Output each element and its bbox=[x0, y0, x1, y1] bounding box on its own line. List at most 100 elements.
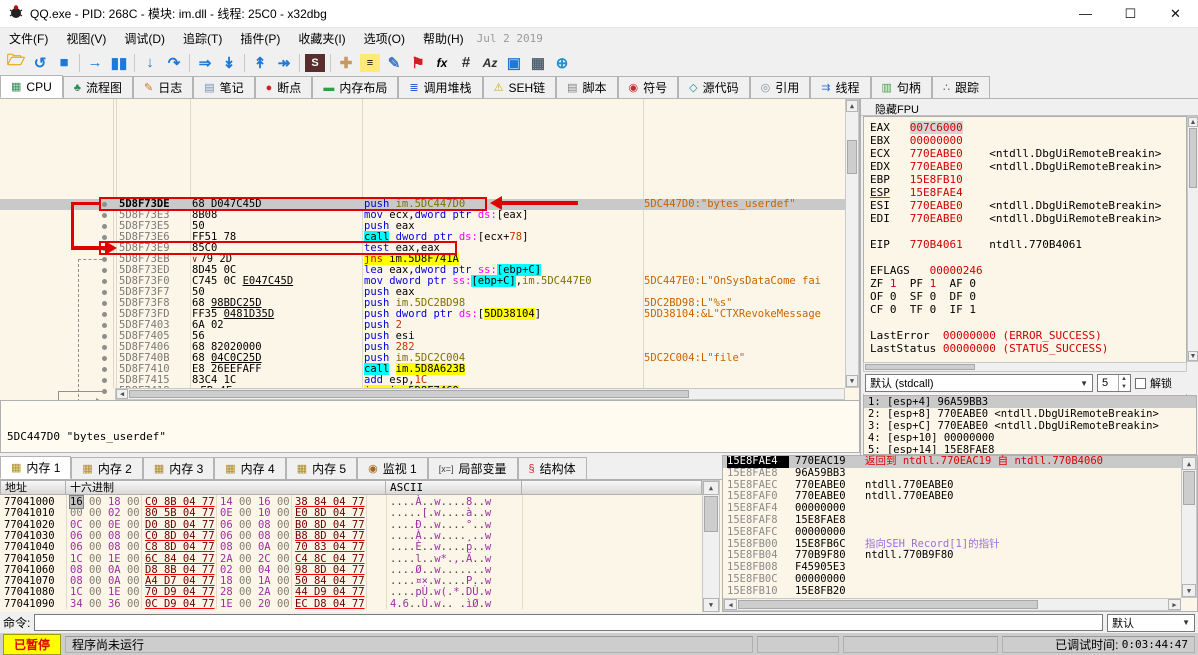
stack-row[interactable]: 15E8FB10 15E8FB20 bbox=[723, 585, 1181, 598]
function-icon[interactable]: fx bbox=[430, 52, 454, 74]
minimize-button[interactable]: — bbox=[1063, 0, 1108, 28]
tab-notes[interactable]: ▤ 笔记 bbox=[193, 76, 255, 98]
menu-插[interactable]: 插件(P) bbox=[231, 28, 289, 49]
registers-vscrollbar[interactable]: ▲ ▼ bbox=[1187, 116, 1198, 362]
breakpoint-dot[interactable] bbox=[102, 389, 107, 394]
stop-icon[interactable]: ■ bbox=[52, 52, 76, 74]
disasm-hscrollbar[interactable]: ◀ bbox=[115, 388, 845, 400]
breakpoint-dot[interactable] bbox=[102, 345, 107, 350]
register-line[interactable]: OF 0 SF 0 DF 0 bbox=[870, 290, 976, 303]
maximize-button[interactable]: ☐ bbox=[1108, 0, 1153, 28]
patch-icon[interactable]: ✚ bbox=[334, 52, 358, 74]
breakpoint-dot[interactable] bbox=[102, 235, 107, 240]
registers-hscrollbar[interactable] bbox=[863, 362, 1187, 372]
system-icon[interactable]: ▣ bbox=[502, 52, 526, 74]
hash-icon[interactable]: # bbox=[454, 52, 478, 74]
stack-row[interactable]: 15E8FB08 F45905E3 bbox=[723, 561, 1181, 574]
stack-hscrollbar[interactable]: ◀ ▶ bbox=[723, 598, 1181, 611]
register-line[interactable]: EBP 15E8FB10 bbox=[870, 173, 963, 186]
step-over-icon[interactable]: ↷ bbox=[162, 52, 186, 74]
breakpoint-dot[interactable] bbox=[102, 323, 107, 328]
tab-references[interactable]: ◎ 引用 bbox=[749, 76, 811, 98]
register-line[interactable]: ESP 15E8FAE4 bbox=[870, 186, 963, 199]
stack-row[interactable]: 15E8FAF8 15E8FAE8 bbox=[723, 514, 1181, 527]
bookmark-icon[interactable]: ⚑ bbox=[406, 52, 430, 74]
menu-文[interactable]: 文件(F) bbox=[0, 28, 57, 49]
breakpoint-dot[interactable] bbox=[102, 301, 107, 306]
breakpoint-dot[interactable] bbox=[102, 367, 107, 372]
register-line[interactable]: LastError 00000000 (ERROR_SUCCESS) bbox=[870, 329, 1102, 342]
tab-log[interactable]: ✎ 日志 bbox=[132, 76, 194, 98]
step-down-icon[interactable]: ↡ bbox=[217, 52, 241, 74]
tab-threads[interactable]: ⇉ 线程 bbox=[810, 76, 871, 98]
menu-收[interactable]: 收藏夹(I) bbox=[289, 28, 354, 49]
breakpoint-dot[interactable] bbox=[102, 268, 107, 273]
tab-watch-1[interactable]: ◉ 监视 1 bbox=[357, 457, 428, 479]
tab-seh[interactable]: ⚠ SEH链 bbox=[482, 76, 557, 98]
open-folder-icon[interactable]: 🗁 bbox=[4, 52, 28, 74]
close-button[interactable]: ✕ bbox=[1153, 0, 1198, 28]
skip-icon[interactable]: S bbox=[305, 53, 325, 72]
register-line[interactable]: EBX 00000000 bbox=[870, 134, 963, 147]
register-line[interactable]: ECX 770EABE0 <ntdll.DbgUiRemoteBreakin> bbox=[870, 147, 1161, 160]
register-line[interactable]: EDX 770EABE0 <ntdll.DbgUiRemoteBreakin> bbox=[870, 160, 1161, 173]
case-icon[interactable]: Az bbox=[478, 52, 502, 74]
breakpoint-dot[interactable] bbox=[102, 224, 107, 229]
stack-row[interactable]: 15E8FAFC 00000000 bbox=[723, 526, 1181, 539]
arg-row[interactable]: 2: [esp+8] 770EABE0 <ntdll.DbgUiRemoteBr… bbox=[864, 408, 1196, 420]
breakpoint-dot[interactable] bbox=[102, 279, 107, 284]
command-script-select[interactable]: 默认 ▼ bbox=[1107, 613, 1195, 632]
calculator-icon[interactable]: ▦ bbox=[526, 52, 550, 74]
arg-row[interactable]: 4: [esp+10] 00000000 bbox=[864, 432, 1196, 444]
stack-row[interactable]: 15E8FAF4 00000000 bbox=[723, 502, 1181, 515]
register-line[interactable]: LastStatus 00000000 (STATUS_SUCCESS) bbox=[870, 342, 1108, 355]
command-input[interactable] bbox=[34, 614, 1103, 631]
menu-调[interactable]: 调试(D) bbox=[115, 28, 174, 49]
tab-struct[interactable]: § 结构体 bbox=[517, 457, 587, 479]
tab-dump-1[interactable]: ▦ 内存 1 bbox=[0, 456, 72, 479]
breakpoint-dot[interactable] bbox=[102, 356, 107, 361]
step-into-icon[interactable]: ↓ bbox=[138, 52, 162, 74]
tab-graph[interactable]: ♣ 流程图 bbox=[62, 76, 133, 98]
execute-till-return-icon[interactable]: ⇒ bbox=[193, 52, 217, 74]
tab-locals[interactable]: [x=] 局部变量 bbox=[427, 457, 518, 479]
stack-vscrollbar[interactable]: ▲ ▼ bbox=[1181, 456, 1197, 598]
breakpoint-dot[interactable] bbox=[102, 290, 107, 295]
arg-row[interactable]: 1: [esp+4] 96A59BB3 bbox=[864, 396, 1196, 408]
tab-dump-5[interactable]: ▦ 内存 5 bbox=[285, 457, 358, 479]
comment-icon[interactable]: ≡ bbox=[360, 53, 380, 72]
dump-vscrollbar[interactable]: ▲ ▼ bbox=[702, 480, 720, 613]
tab-source[interactable]: ◇ 源代码 bbox=[678, 76, 750, 98]
arg-count-stepper[interactable]: 5 ▲ ▼ bbox=[1097, 374, 1131, 392]
register-line[interactable]: ESI 770EABE0 <ntdll.DbgUiRemoteBreakin> bbox=[870, 199, 1161, 212]
register-line[interactable]: EFLAGS 00000246 bbox=[870, 264, 983, 277]
annotate-icon[interactable]: ✎ bbox=[382, 52, 406, 74]
tab-memory-map[interactable]: ▬ 内存布局 bbox=[312, 76, 399, 98]
calling-convention-select[interactable]: 默认 (stdcall) ▼ bbox=[865, 374, 1093, 392]
tab-dump-3[interactable]: ▦ 内存 3 bbox=[142, 457, 215, 479]
run-to-user-code-icon[interactable]: ↠ bbox=[272, 52, 296, 74]
hide-fpu-button[interactable]: 隐藏FPU bbox=[861, 99, 1198, 116]
register-line[interactable]: EIP 770B4061 ntdll.770B4061 bbox=[870, 238, 1082, 251]
restart-icon[interactable]: ↺ bbox=[28, 52, 52, 74]
arg-row[interactable]: 5: [esp+14] 15E8FAE8 bbox=[864, 444, 1196, 454]
breakpoint-dot[interactable] bbox=[102, 257, 107, 262]
tab-handles[interactable]: ▥ 句柄 bbox=[870, 76, 932, 98]
stack-row[interactable]: 15E8FAF0 770EABE0 ntdll.770EABE0 bbox=[723, 491, 1181, 503]
memory-dump-pane[interactable]: 地址 十六进制 ASCII 77041000 16 00 18 00 C0 8B 0… bbox=[0, 479, 722, 613]
breakpoint-dot[interactable] bbox=[102, 312, 107, 317]
arg-row[interactable]: 3: [esp+C] 770EABE0 <ntdll.DbgUiRemoteBr… bbox=[864, 420, 1196, 432]
breakpoint-dot[interactable] bbox=[102, 213, 107, 218]
tab-dump-2[interactable]: ▦ 内存 2 bbox=[71, 457, 143, 479]
run-icon[interactable]: → bbox=[83, 52, 107, 74]
register-line[interactable]: CF 0 TF 0 IF 1 bbox=[870, 303, 976, 316]
tab-symbols[interactable]: ◉ 符号 bbox=[617, 76, 679, 98]
tab-breakpoints[interactable]: ● 断点 bbox=[254, 76, 313, 98]
menu-帮[interactable]: 帮助(H) bbox=[414, 28, 473, 49]
register-line[interactable]: EAX 007C6000 bbox=[870, 121, 963, 134]
globe-icon[interactable]: ⊕ bbox=[550, 52, 574, 74]
stack-row[interactable]: 15E8FAE4 770EAC19 返回到 ntdll.770EAC19 自 ntd… bbox=[723, 455, 1181, 468]
tab-call-stack[interactable]: ≣ 调用堆栈 bbox=[398, 76, 483, 98]
step-up-icon[interactable]: ↟ bbox=[248, 52, 272, 74]
dump-row[interactable]: 77041090 34 00 36 00 0C D9 04 77 1E 00 20 0… bbox=[0, 598, 700, 610]
